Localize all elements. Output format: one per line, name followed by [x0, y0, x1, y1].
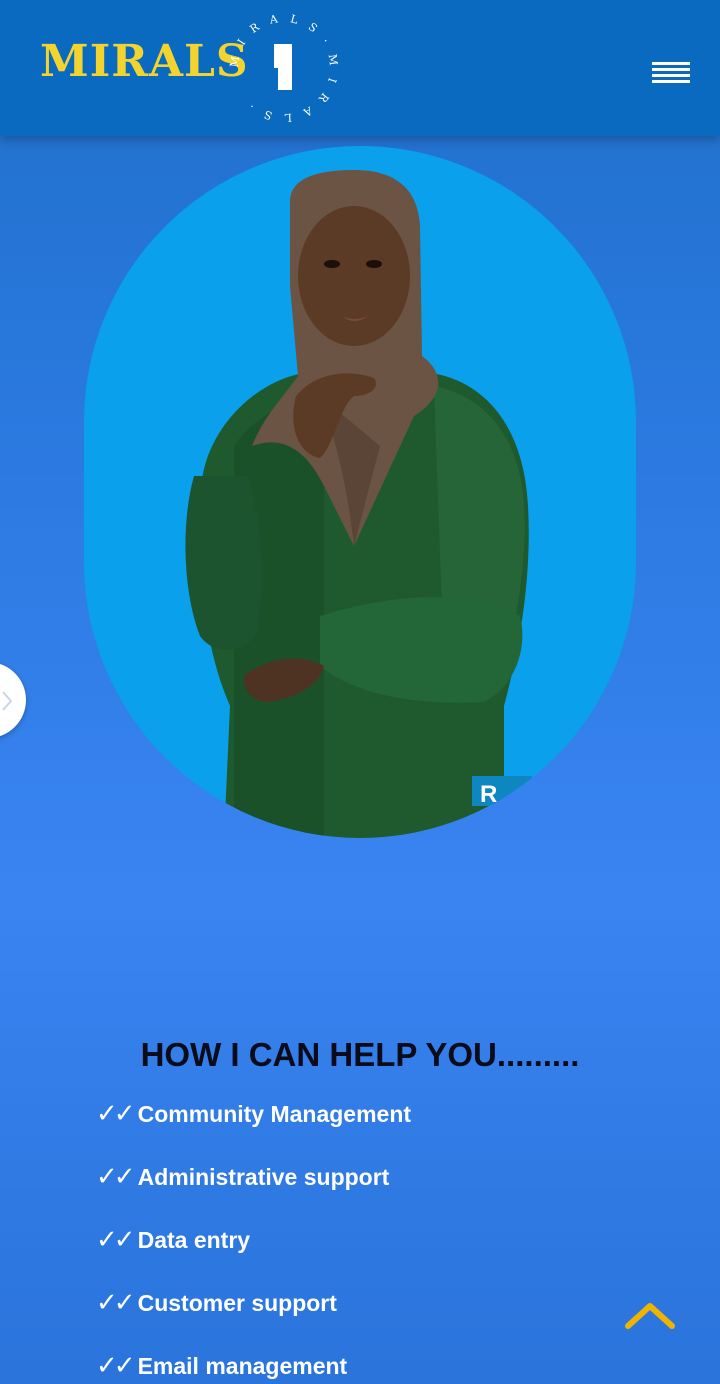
scroll-to-top-button[interactable] — [622, 1296, 678, 1336]
chevron-right-icon — [2, 691, 13, 711]
service-label: Administrative support — [137, 1164, 390, 1190]
list-item: ✓✓ Email management — [96, 1348, 411, 1384]
menu-button[interactable] — [652, 62, 690, 90]
double-check-icon: ✓✓ — [96, 1162, 136, 1192]
side-drawer-toggle[interactable] — [0, 662, 26, 738]
services-list: ✓✓ Community Management ✓✓ Administrativ… — [96, 1096, 411, 1384]
service-label: Data entry — [137, 1227, 251, 1253]
double-check-icon: ✓✓ — [96, 1288, 136, 1318]
double-check-icon: ✓✓ — [96, 1225, 136, 1255]
brand-name[interactable]: MIRALS — [40, 40, 249, 84]
hamburger-icon — [652, 62, 690, 65]
site-header: MIRALS M I R A L S · M I R A L S · — [0, 0, 720, 136]
service-label: Customer support — [137, 1290, 337, 1316]
portrait-illustration: R — [185, 170, 532, 838]
service-label: Email management — [137, 1353, 348, 1379]
list-item: ✓✓ Data entry — [96, 1222, 411, 1285]
double-check-icon: ✓✓ — [96, 1351, 136, 1381]
list-item: ✓✓ Administrative support — [96, 1159, 411, 1222]
service-label: Community Management — [137, 1101, 412, 1127]
double-check-icon: ✓✓ — [96, 1099, 136, 1129]
hero-portrait: R — [84, 146, 636, 838]
services-title: HOW I CAN HELP YOU......... — [140, 1036, 580, 1073]
brand-seal-logo[interactable]: M I R A L S · M I R A L S · — [226, 10, 342, 126]
photo-watermark: R — [480, 781, 497, 808]
chevron-up-icon — [625, 1303, 675, 1329]
list-item: ✓✓ Customer support — [96, 1285, 411, 1348]
list-item: ✓✓ Community Management — [96, 1096, 411, 1159]
